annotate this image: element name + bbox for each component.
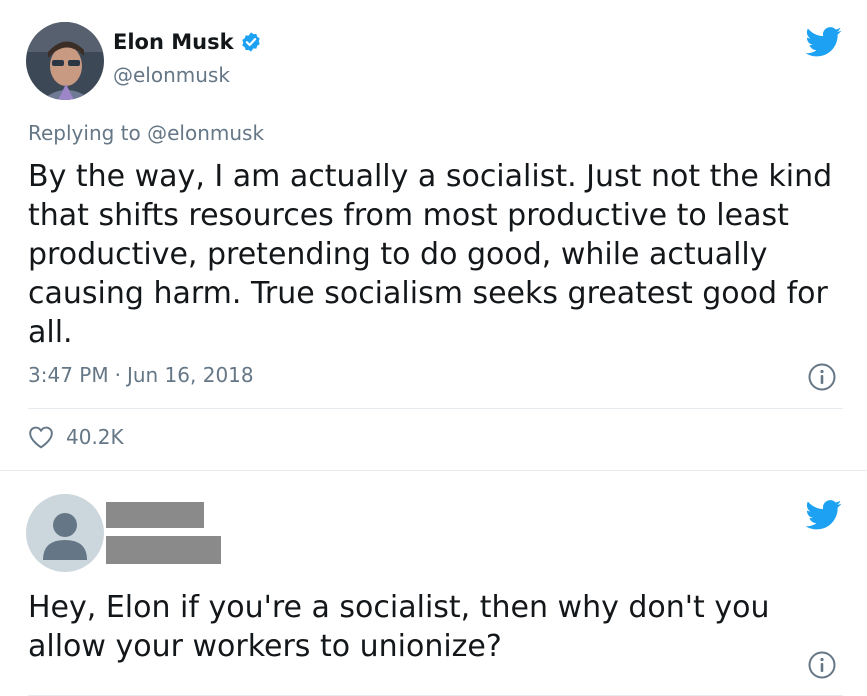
time-separator: · <box>114 363 121 387</box>
like-action[interactable]: 40.2K <box>28 425 124 449</box>
twitter-bird-icon[interactable] <box>806 500 842 530</box>
tweet-divider <box>28 408 843 409</box>
tweet-text: By the way, I am actually a socialist. J… <box>28 159 833 350</box>
info-icon[interactable] <box>807 650 837 680</box>
name-row: Elon Musk <box>113 30 262 54</box>
tweet-card-elon: Elon Musk @elonmusk Replying to @elonmus… <box>0 0 867 471</box>
tweet-date: Jun 16, 2018 <box>126 363 254 387</box>
display-name[interactable]: Elon Musk <box>113 30 234 54</box>
redacted-handle <box>106 536 221 564</box>
heart-icon[interactable] <box>28 425 54 449</box>
twitter-bird-icon[interactable] <box>806 27 842 57</box>
handle[interactable]: @elonmusk <box>113 63 230 87</box>
verified-badge-icon <box>241 32 260 52</box>
avatar-default[interactable] <box>26 494 104 572</box>
replying-to-label[interactable]: Replying to @elonmusk <box>28 121 264 145</box>
tweet-card-reply: Hey, Elon if you're a socialist, then wh… <box>0 471 867 696</box>
avatar-elon[interactable] <box>26 22 104 100</box>
like-count: 40.2K <box>66 425 124 449</box>
timestamp[interactable]: 3:47 PM · Jun 16, 2018 <box>28 363 254 387</box>
info-icon[interactable] <box>807 362 837 392</box>
tweet-time: 3:47 PM <box>28 363 109 387</box>
tweet-text: Hey, Elon if you're a socialist, then wh… <box>28 590 770 664</box>
redacted-display-name <box>106 502 204 528</box>
